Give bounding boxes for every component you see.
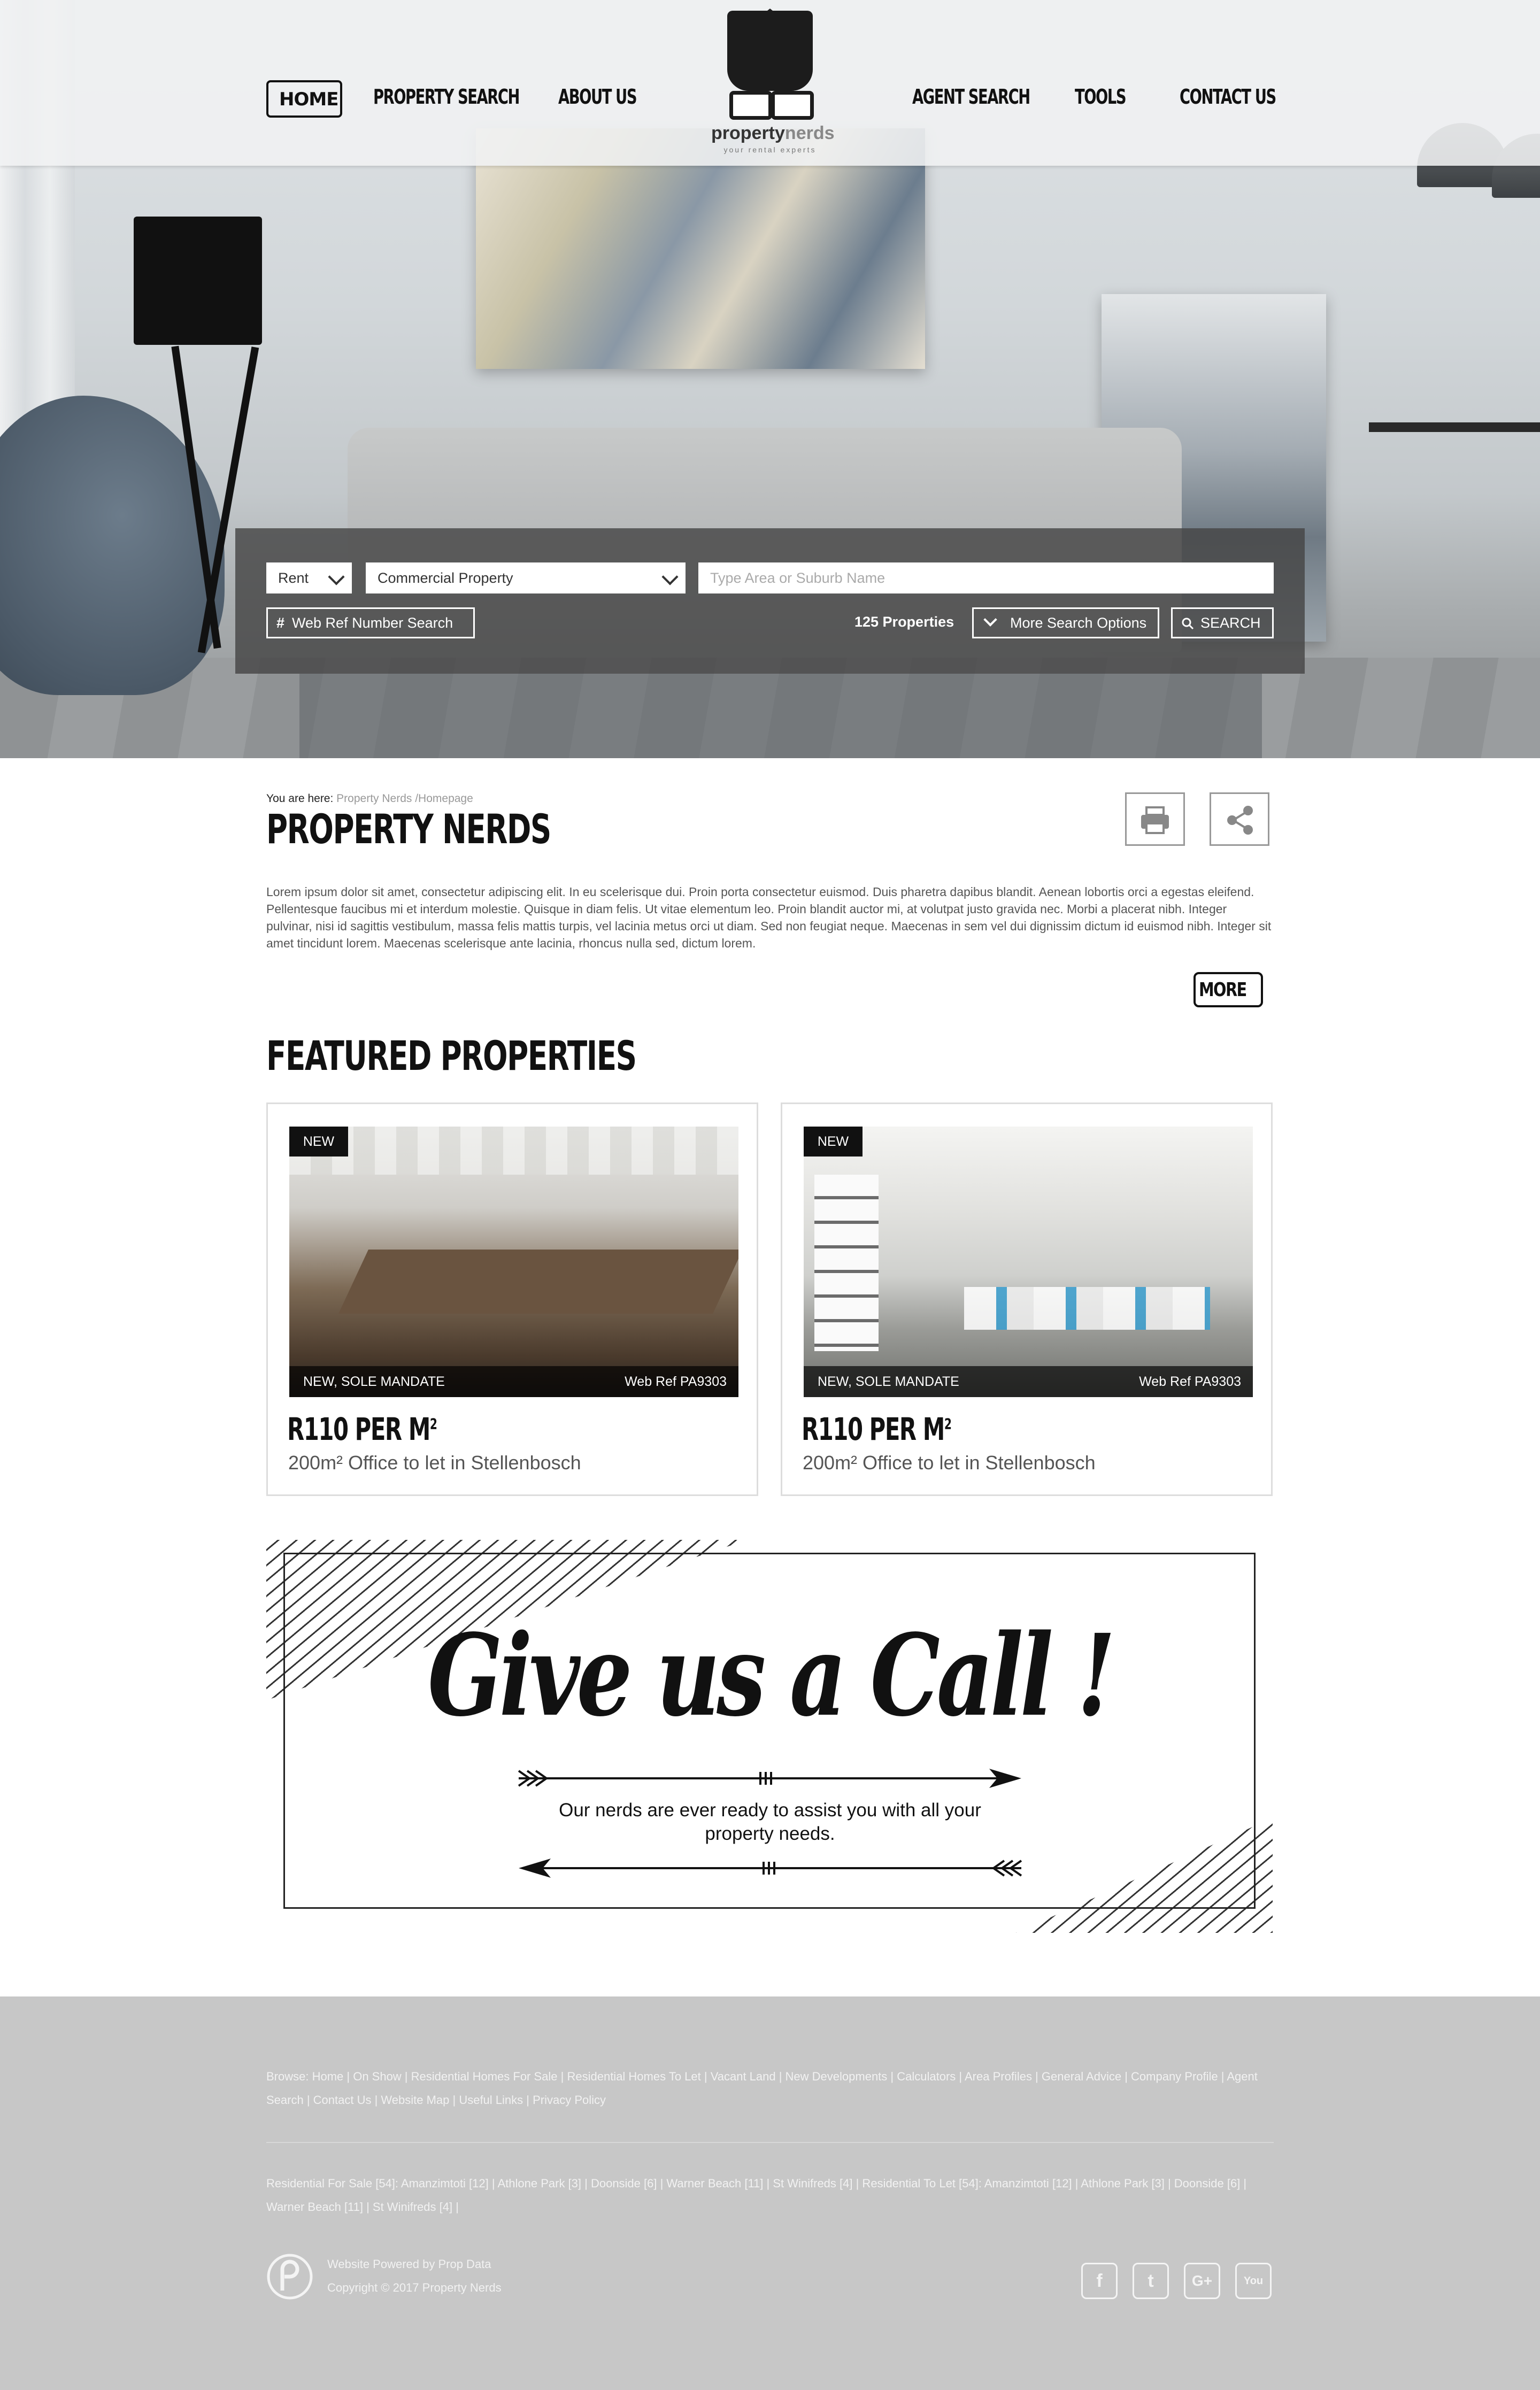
property-description: 200m² Office to let in Stellenbosch bbox=[288, 1452, 581, 1474]
share-icon bbox=[1227, 806, 1253, 835]
nav-property-search[interactable]: PROPERTY SEARCH bbox=[373, 80, 576, 113]
property-card[interactable]: NEW NEW, SOLE MANDATE Web Ref PA9303 R11… bbox=[266, 1103, 758, 1496]
property-description: 200m² Office to let in Stellenbosch bbox=[803, 1452, 1096, 1474]
logo-tagline: your rental experts bbox=[723, 145, 817, 154]
logo-text: propertynerds bbox=[711, 123, 835, 143]
page-title: PROPERTY NERDS bbox=[266, 805, 551, 853]
area-search-input[interactable]: Type Area or Suburb Name bbox=[698, 562, 1274, 593]
search-button[interactable]: SEARCH bbox=[1171, 607, 1274, 638]
logo-house-icon bbox=[727, 11, 813, 91]
new-badge: NEW bbox=[804, 1127, 863, 1157]
hero-rug bbox=[299, 674, 1262, 758]
propdata-logo-icon[interactable] bbox=[266, 2253, 313, 2300]
footer-divider bbox=[266, 2142, 1274, 2143]
hero-lamp bbox=[134, 217, 262, 345]
footer-area-links[interactable]: Residential For Sale [54]: Amanzimtoti [… bbox=[266, 2172, 1277, 2219]
nav-agent-search[interactable]: AGENT SEARCH bbox=[912, 80, 1075, 113]
nav-about-us[interactable]: ABOUT US bbox=[558, 80, 667, 113]
top-navigation: HOME PROPERTY SEARCH ABOUT US AGENT SEAR… bbox=[0, 0, 1540, 166]
chevron-down-icon bbox=[661, 568, 679, 585]
property-category-select[interactable]: Commercial Property bbox=[366, 562, 686, 593]
more-search-options-button[interactable]: More Search Options bbox=[972, 607, 1159, 638]
property-price: R110 PER M2 bbox=[287, 1411, 437, 1447]
hash-icon: # bbox=[276, 615, 285, 631]
print-icon bbox=[1141, 806, 1169, 834]
copyright-text: Copyright © 2017 Property Nerds bbox=[327, 2281, 502, 2294]
chevron-down-icon bbox=[983, 613, 997, 627]
more-button[interactable]: MORE bbox=[1194, 972, 1263, 1007]
nav-contact-us[interactable]: CONTACT US bbox=[1180, 80, 1313, 113]
property-card[interactable]: NEW NEW, SOLE MANDATE Web Ref PA9303 R11… bbox=[781, 1103, 1273, 1496]
twitter-icon[interactable]: t bbox=[1133, 2263, 1169, 2299]
footer-browse-links[interactable]: Browse: Home | On Show | Residential Hom… bbox=[266, 2065, 1277, 2112]
intro-text: Lorem ipsum dolor sit amet, consectetur … bbox=[266, 885, 1272, 950]
google-plus-icon[interactable]: G+ bbox=[1184, 2263, 1220, 2299]
new-badge: NEW bbox=[289, 1127, 348, 1157]
nav-home[interactable]: HOME bbox=[266, 80, 342, 118]
youtube-icon[interactable]: You bbox=[1235, 2263, 1272, 2299]
breadcrumb: You are here: Property Nerds /Homepage bbox=[266, 792, 473, 805]
call-subtitle: Our nerds are ever ready to assist you w… bbox=[559, 1800, 981, 1844]
featured-title: FEATURED PROPERTIES bbox=[266, 1032, 637, 1080]
property-photo: NEW NEW, SOLE MANDATE Web Ref PA9303 bbox=[804, 1127, 1253, 1397]
breadcrumb-link[interactable]: Property Nerds /Homepage bbox=[336, 792, 473, 805]
listing-type-select[interactable]: Rent bbox=[266, 562, 352, 593]
property-count: 125 Properties bbox=[854, 614, 954, 630]
share-button[interactable] bbox=[1210, 792, 1269, 846]
nav-tools[interactable]: TOOLS bbox=[1075, 80, 1145, 113]
web-ref-search-button[interactable]: # Web Ref Number Search bbox=[266, 607, 475, 638]
search-icon bbox=[1182, 618, 1194, 630]
call-title: Give us a Call ! bbox=[427, 1609, 1115, 1741]
property-price: R110 PER M2 bbox=[802, 1411, 952, 1447]
site-logo[interactable]: propertynerds your rental experts bbox=[711, 9, 835, 155]
search-panel: Rent Commercial Property Type Area or Su… bbox=[235, 528, 1305, 674]
powered-by-text: Website Powered by Prop Data bbox=[327, 2257, 491, 2271]
property-photo: NEW NEW, SOLE MANDATE Web Ref PA9303 bbox=[289, 1127, 738, 1397]
print-button[interactable] bbox=[1125, 792, 1185, 846]
chevron-down-icon bbox=[328, 568, 345, 585]
facebook-icon[interactable]: f bbox=[1081, 2263, 1118, 2299]
listing-status-bar: NEW, SOLE MANDATE Web Ref PA9303 bbox=[289, 1366, 738, 1397]
hero-table bbox=[1369, 422, 1540, 673]
listing-status-bar: NEW, SOLE MANDATE Web Ref PA9303 bbox=[804, 1366, 1253, 1397]
logo-glasses-icon bbox=[727, 91, 814, 120]
